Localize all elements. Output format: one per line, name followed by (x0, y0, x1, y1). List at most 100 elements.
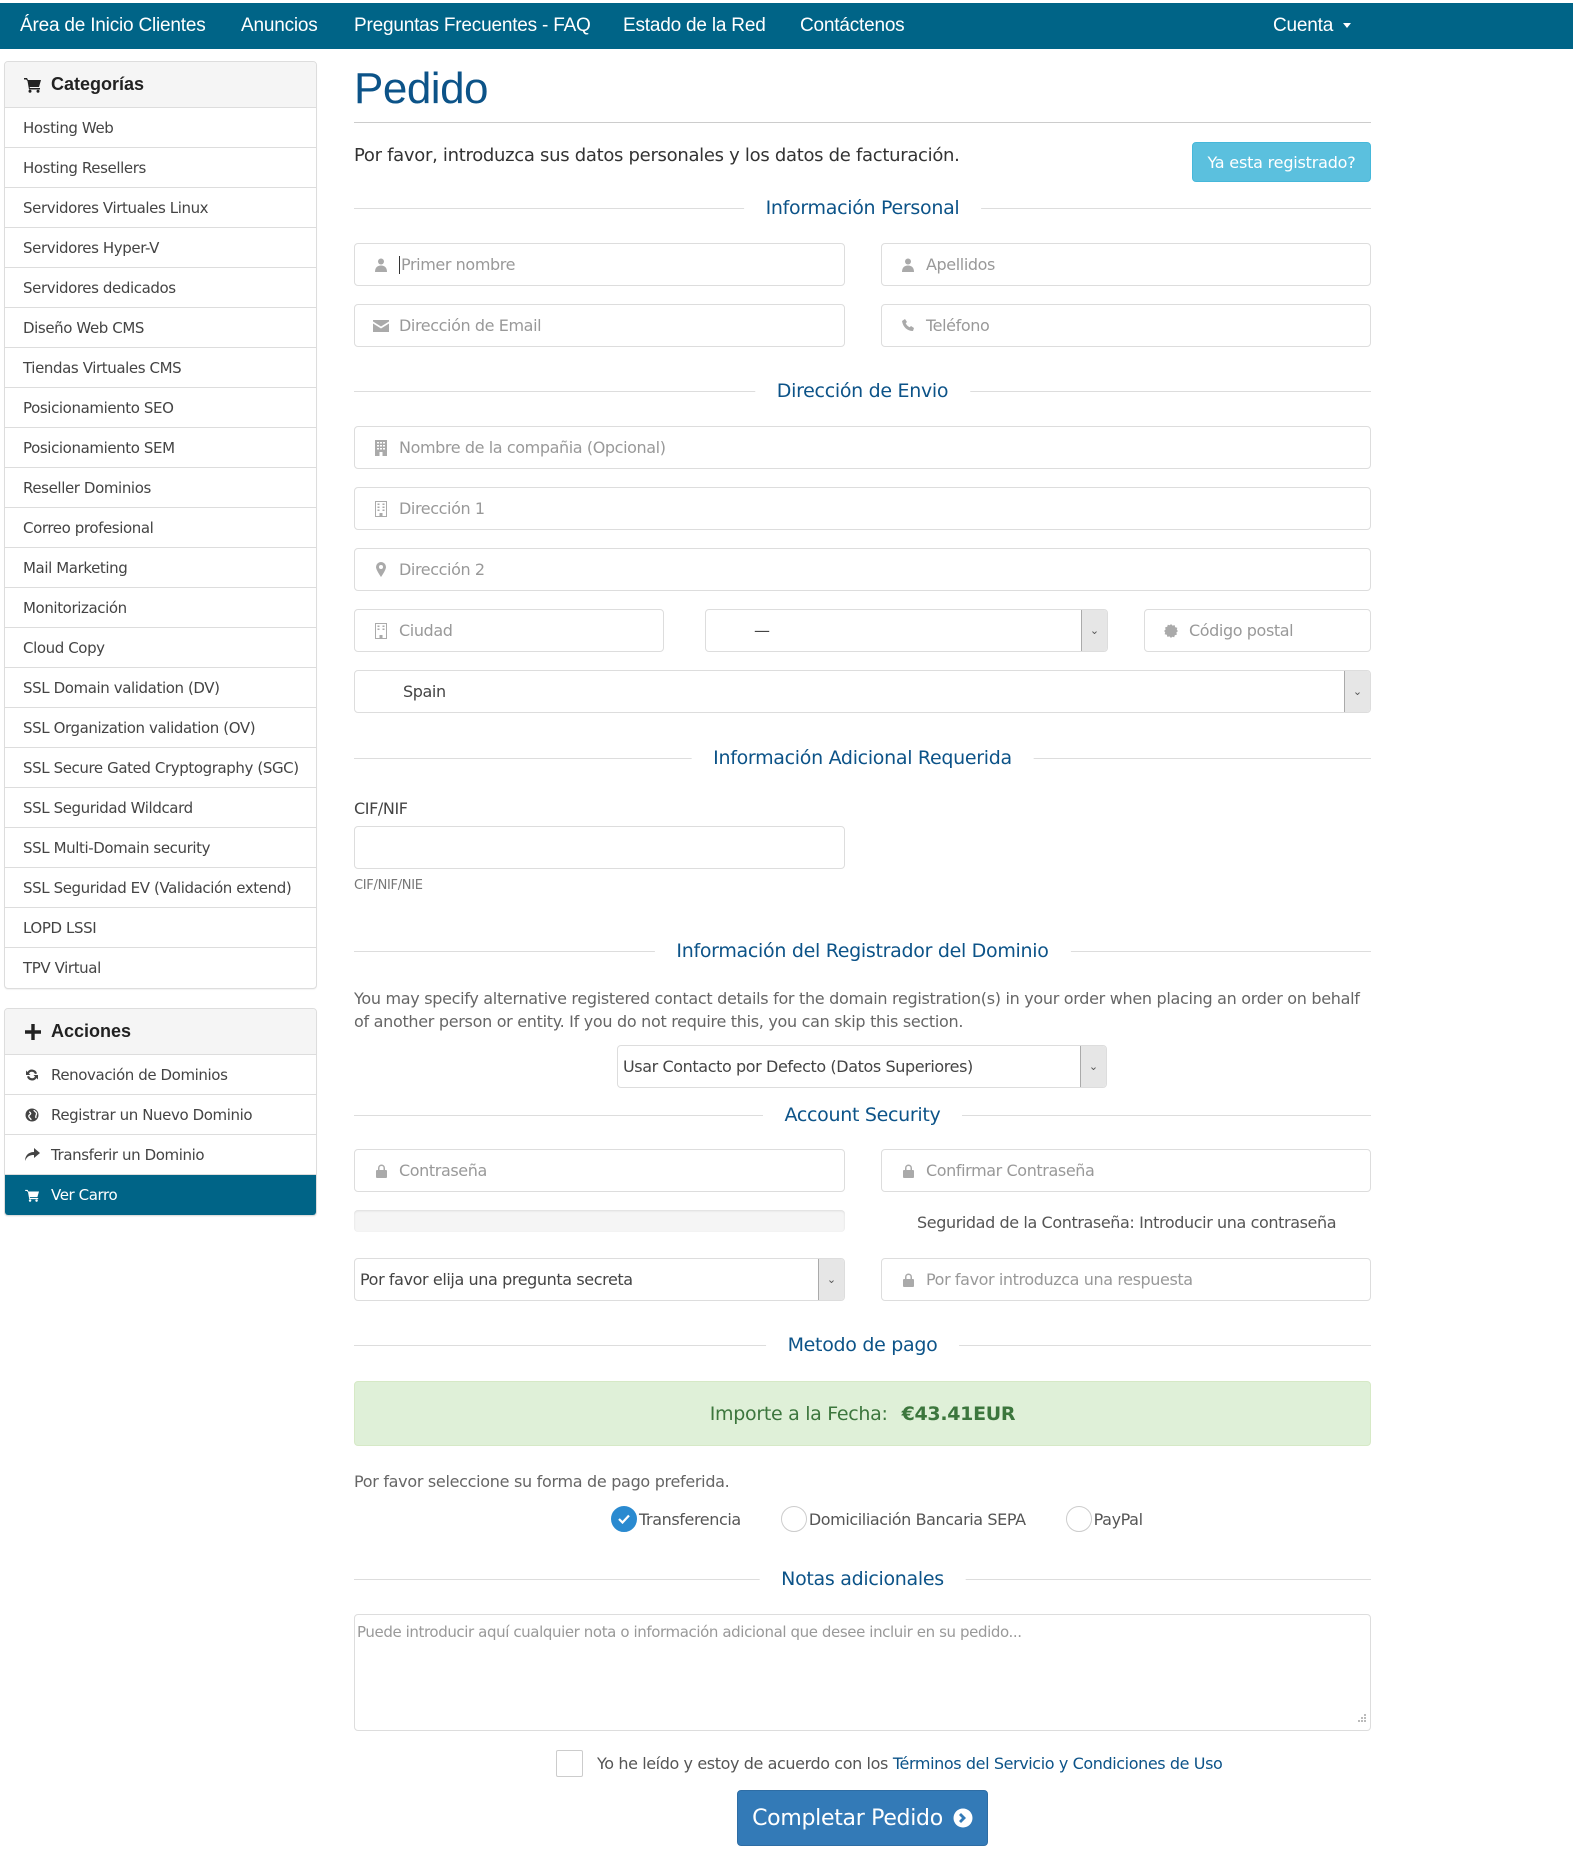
actions-panel: Acciones Renovación de Dominios Registra… (4, 1008, 317, 1216)
notes-placeholder: Puede introducir aquí cualquier nota o i… (357, 1623, 1022, 1641)
section-title: Información Personal (743, 193, 982, 223)
nav-network-status[interactable]: Estado de la Red (623, 15, 766, 37)
sidebar-category-item[interactable]: SSL Organization validation (OV) (5, 708, 316, 748)
nav-account-label: Cuenta (1273, 15, 1334, 36)
action-view-cart[interactable]: Ver Carro (5, 1175, 316, 1215)
sidebar-category-item[interactable]: Diseño Web CMS (5, 308, 316, 348)
complete-order-button[interactable]: Completar Pedido (737, 1790, 988, 1846)
certificate-icon (1161, 623, 1181, 638)
terms-checkbox[interactable] (556, 1750, 583, 1777)
sidebar-category-item[interactable]: SSL Domain validation (DV) (5, 668, 316, 708)
action-label: Registrar un Nuevo Dominio (51, 1105, 253, 1124)
address2-input[interactable]: Dirección 2 (354, 548, 1371, 591)
password-strength-text: Seguridad de la Contraseña: Introducir u… (917, 1213, 1337, 1232)
city-input[interactable]: Ciudad (354, 609, 664, 652)
sidebar-category-item[interactable]: Servidores Hyper-V (5, 228, 316, 268)
first-name-placeholder: Primer nombre (401, 255, 516, 274)
chevron-down-icon: ⌄ (1080, 1046, 1106, 1087)
nav-announcements[interactable]: Anuncios (241, 15, 318, 37)
section-title: Metodo de pago (765, 1330, 960, 1360)
notes-textarea[interactable]: Puede introducir aquí cualquier nota o i… (354, 1614, 1371, 1731)
payment-option-label: Domiciliación Bancaria SEPA (808, 1509, 1026, 1529)
action-register-domain[interactable]: Registrar un Nuevo Dominio (5, 1095, 316, 1135)
page-title: Pedido (354, 64, 489, 113)
nav-contact[interactable]: Contáctenos (800, 15, 905, 37)
action-renew-domains[interactable]: Renovación de Dominios (5, 1055, 316, 1095)
sidebar-category-item[interactable]: SSL Secure Gated Cryptography (SGC) (5, 748, 316, 788)
company-name-input[interactable]: Nombre de la compañia (Opcional) (354, 426, 1371, 469)
envelope-icon (371, 319, 391, 332)
payment-method-group: Transferencia Domiciliación Bancaria SEP… (611, 1506, 1183, 1532)
action-transfer-domain[interactable]: Transferir un Dominio (5, 1135, 316, 1175)
nav-faq[interactable]: Preguntas Frecuentes - FAQ (354, 15, 591, 37)
sidebar-category-item[interactable]: Hosting Web (5, 108, 316, 148)
sidebar-category-item[interactable]: SSL Seguridad Wildcard (5, 788, 316, 828)
user-icon (898, 258, 918, 272)
action-label: Ver Carro (51, 1186, 118, 1204)
first-name-input[interactable]: Primer nombre (354, 243, 845, 286)
title-divider (354, 122, 1371, 123)
sidebar-category-item[interactable]: TPV Virtual (5, 948, 316, 988)
payment-option-paypal[interactable]: PayPal (1065, 1506, 1143, 1532)
categories-header: Categorías (5, 62, 316, 108)
sidebar-category-item[interactable]: Posicionamiento SEO (5, 388, 316, 428)
country-select[interactable]: Spain ⌄ (354, 670, 1371, 713)
building-icon (371, 439, 391, 456)
shopping-cart-icon (23, 1189, 41, 1202)
nav-client-area[interactable]: Área de Inicio Clientes (20, 15, 206, 37)
lock-icon (371, 1164, 391, 1178)
section-additional-notes: Notas adicionales (354, 1564, 1371, 1594)
sidebar-category-item[interactable]: Servidores Virtuales Linux (5, 188, 316, 228)
payment-option-transfer[interactable]: Transferencia (611, 1506, 741, 1532)
already-registered-button[interactable]: Ya esta registrado? (1192, 142, 1371, 182)
confirm-password-input[interactable]: Confirmar Contraseña (881, 1149, 1371, 1192)
map-marker-icon (371, 562, 391, 577)
address1-placeholder: Dirección 1 (399, 499, 485, 518)
terms-link[interactable]: Términos del Servicio y Condiciones de U… (893, 1754, 1223, 1773)
section-account-security: Account Security (354, 1100, 1371, 1130)
company-placeholder: Nombre de la compañia (Opcional) (399, 438, 666, 457)
domain-contact-select[interactable]: Usar Contacto por Defecto (Datos Superio… (617, 1045, 1107, 1088)
confirm-password-placeholder: Confirmar Contraseña (926, 1161, 1095, 1180)
email-input[interactable]: Dirección de Email (354, 304, 845, 347)
building-icon (371, 500, 391, 517)
sidebar-category-item[interactable]: Tiendas Virtuales CMS (5, 348, 316, 388)
sidebar-category-item[interactable]: SSL Seguridad EV (Validación extend) (5, 868, 316, 908)
categories-panel: Categorías Hosting Web Hosting Resellers S… (4, 61, 317, 989)
payment-option-sepa[interactable]: Domiciliación Bancaria SEPA (780, 1506, 1026, 1532)
sidebar-category-item[interactable]: Cloud Copy (5, 628, 316, 668)
lock-icon (898, 1164, 918, 1178)
section-domain-registrar: Información del Registrador del Dominio (354, 936, 1371, 966)
section-title: Información Adicional Requerida (691, 743, 1034, 773)
section-title: Account Security (762, 1100, 963, 1130)
sidebar-category-item[interactable]: Monitorización (5, 588, 316, 628)
address1-input[interactable]: Dirección 1 (354, 487, 1371, 530)
sidebar-category-item[interactable]: Hosting Resellers (5, 148, 316, 188)
payment-prompt: Por favor seleccione su forma de pago pr… (354, 1472, 730, 1491)
sidebar-category-item[interactable]: Posicionamiento SEM (5, 428, 316, 468)
postcode-input[interactable]: Código postal (1144, 609, 1371, 652)
chevron-down-icon: ⌄ (818, 1259, 844, 1300)
city-placeholder: Ciudad (399, 621, 453, 640)
state-selected: — (754, 621, 770, 640)
cif-input[interactable] (354, 826, 845, 869)
section-title: Dirección de Envio (754, 376, 971, 406)
sidebar-category-item[interactable]: LOPD LSSI (5, 908, 316, 948)
sidebar-category-item[interactable]: Reseller Dominios (5, 468, 316, 508)
password-placeholder: Contraseña (399, 1161, 487, 1180)
complete-order-label: Completar Pedido (752, 1805, 943, 1831)
security-answer-input[interactable]: Por favor introduzca una respuesta (881, 1258, 1371, 1301)
password-input[interactable]: Contraseña (354, 1149, 845, 1192)
nav-account-dropdown[interactable]: Cuenta (1273, 15, 1352, 37)
sidebar-category-item[interactable]: Mail Marketing (5, 548, 316, 588)
state-select[interactable]: — ⌄ (705, 609, 1108, 652)
security-question-select[interactable]: Por favor elija una pregunta secreta ⌄ (354, 1258, 845, 1301)
cif-label: CIF/NIF (354, 799, 408, 818)
phone-input[interactable]: Teléfono (881, 304, 1371, 347)
section-additional-info: Información Adicional Requerida (354, 743, 1371, 773)
sidebar-category-item[interactable]: Correo profesional (5, 508, 316, 548)
sidebar-category-item[interactable]: SSL Multi-Domain security (5, 828, 316, 868)
last-name-input[interactable]: Apellidos (881, 243, 1371, 286)
sidebar-category-item[interactable]: Servidores dedicados (5, 268, 316, 308)
resize-grip-icon[interactable] (1358, 1709, 1367, 1727)
